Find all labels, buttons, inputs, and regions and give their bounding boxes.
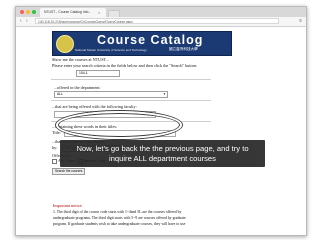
intro-instructions: Please enter your search criteria in the… [52, 63, 198, 68]
maximize-window-button[interactable] [32, 10, 36, 14]
important-notice-heading: Important notice: [53, 203, 83, 208]
notice-line: 1. The third digit of the course code st… [53, 210, 182, 214]
divider [51, 79, 211, 80]
any-time-radio[interactable] [52, 159, 57, 164]
callout-text: Now, let’s go back the the previous page… [60, 144, 265, 163]
title-label: Title: [52, 130, 61, 135]
address-toolbar: ‹ › 140.118.31.215/querycourse/ChCourseQ… [16, 17, 306, 27]
browser-window: NTUST - Course Catalog Info... × ‹ › 140… [15, 6, 307, 236]
course-catalog-banner: Course Catalog National Taiwan Universit… [52, 31, 232, 56]
department-highlight-ring [56, 111, 182, 139]
tab-title: NTUST - Course Catalog Info... [44, 10, 92, 14]
menu-icon[interactable]: ≡ [299, 17, 302, 26]
browser-tab[interactable]: NTUST - Course Catalog Info... [40, 8, 106, 17]
banner-subtitle: National Taiwan University of Science an… [75, 48, 147, 52]
department-value: ALL [57, 92, 64, 96]
instruction-callout: Now, let’s go back the the previous page… [60, 140, 265, 167]
banner-chinese-name: 國立臺灣科技大學 [169, 47, 198, 51]
banner-title: Course Catalog [97, 33, 204, 47]
chevron-down-icon: ▼ [163, 92, 166, 96]
intro-heading: Show me the courses at NTUST... [52, 57, 109, 62]
faculty-label: ...that are being offered with the follo… [52, 104, 137, 109]
callout-line: inquire ALL department courses [109, 153, 216, 163]
page-content: Course Catalog National Taiwan Universit… [16, 27, 306, 235]
minimize-window-button[interactable] [26, 10, 30, 14]
by-label: by: [52, 145, 58, 150]
back-icon[interactable]: ‹ [20, 17, 22, 26]
address-bar[interactable]: 140.118.31.215/querycourse/ChCourseQuery… [35, 18, 279, 24]
department-select[interactable]: ALL ▼ [54, 91, 168, 98]
semester-value: 104-1 [79, 71, 88, 75]
search-button[interactable]: Search the courses [52, 168, 86, 175]
notice-line: undergraduate programs. The third digit … [53, 216, 186, 220]
tab-close-icon[interactable]: × [98, 8, 100, 17]
search-button-label: Search the courses [55, 169, 83, 173]
tab-bar: NTUST - Course Catalog Info... × [16, 7, 306, 18]
divider [51, 100, 211, 101]
notice-line: program. If graduate students wish to ta… [53, 222, 186, 226]
close-window-button[interactable] [20, 10, 24, 14]
url-text: 140.118.31.215/querycourse/ChCourseQuery… [38, 20, 133, 24]
callout-line: Now, let’s go back the the previous page… [76, 144, 249, 153]
department-label: ...offered in the department: [54, 85, 101, 90]
university-logo-icon [56, 35, 74, 53]
forward-icon[interactable]: › [26, 17, 28, 26]
semester-select[interactable]: 104-1 [76, 70, 120, 77]
